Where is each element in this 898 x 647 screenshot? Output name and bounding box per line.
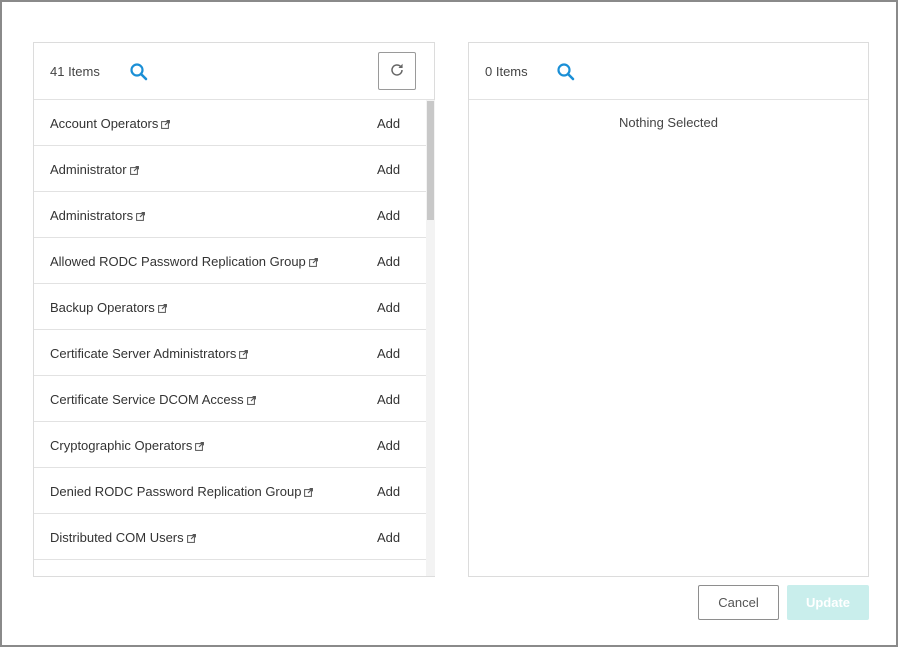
item-name-link[interactable]: Administrator	[50, 162, 139, 178]
external-link-icon[interactable]	[136, 209, 146, 224]
external-link-icon[interactable]	[161, 117, 171, 132]
item-name-link[interactable]: Certificate Server Administrators	[50, 346, 249, 362]
available-list: Account Operators Add Administrator Add Admi…	[34, 100, 426, 576]
item-name-link[interactable]: Cryptographic Operators	[50, 438, 205, 454]
item-name[interactable]: Allowed RODC Password Replication Group	[50, 254, 306, 269]
item-name-link[interactable]: Certificate Service DCOM Access	[50, 392, 256, 408]
external-link-icon[interactable]	[129, 163, 139, 178]
available-count: 41 Items	[50, 64, 100, 79]
update-button[interactable]: Update	[787, 585, 869, 620]
add-button[interactable]: Add	[377, 208, 400, 223]
add-button[interactable]: Add	[377, 438, 400, 453]
item-name-link[interactable]: Backup Operators	[50, 300, 167, 316]
item-name[interactable]: Distributed COM Users	[50, 530, 184, 545]
dialog: 41 Items Account Operators Add Administrat…	[0, 0, 898, 647]
item-name-link[interactable]: Administrators	[50, 208, 146, 224]
external-link-icon[interactable]	[186, 531, 196, 546]
list-item: Administrators Add	[34, 192, 426, 238]
empty-state-text: Nothing Selected	[618, 115, 718, 130]
add-button[interactable]: Add	[377, 254, 400, 269]
item-name[interactable]: Backup Operators	[50, 300, 155, 315]
external-link-icon[interactable]	[246, 393, 256, 408]
item-name[interactable]: Administrator	[50, 162, 127, 177]
external-link-icon[interactable]	[239, 347, 249, 362]
item-name-link[interactable]: Denied RODC Password Replication Group	[50, 484, 314, 500]
item-name-link[interactable]: Account Operators	[50, 116, 171, 132]
list-item: Account Operators Add	[34, 100, 426, 146]
add-button[interactable]: Add	[377, 392, 400, 407]
external-link-icon[interactable]	[308, 255, 318, 270]
add-button[interactable]: Add	[377, 116, 400, 131]
refresh-button[interactable]	[378, 52, 416, 90]
add-button[interactable]: Add	[377, 300, 400, 315]
list-item: Denied RODC Password Replication Group Ad…	[34, 468, 426, 514]
list-item: Distributed COM Users Add	[34, 514, 426, 560]
selected-panel-header: 0 Items	[469, 43, 868, 100]
search-icon[interactable]	[556, 62, 576, 82]
scrollbar[interactable]	[426, 100, 435, 576]
list-item: Cryptographic Operators Add	[34, 422, 426, 468]
selected-count: 0 Items	[485, 64, 528, 79]
refresh-icon	[389, 62, 405, 81]
available-panel-header: 41 Items	[34, 43, 434, 100]
add-button[interactable]: Add	[377, 162, 400, 177]
item-name-link[interactable]: Distributed COM Users	[50, 530, 196, 546]
external-link-icon[interactable]	[195, 439, 205, 454]
item-name[interactable]: Administrators	[50, 208, 133, 223]
item-name[interactable]: Certificate Service DCOM Access	[50, 392, 244, 407]
external-link-icon[interactable]	[304, 485, 314, 500]
list-item: Certificate Service DCOM Access Add	[34, 376, 426, 422]
item-name[interactable]: Denied RODC Password Replication Group	[50, 484, 301, 499]
list-item	[34, 560, 426, 576]
search-icon[interactable]	[129, 62, 149, 82]
cancel-button[interactable]: Cancel	[698, 585, 779, 620]
list-item: Administrator Add	[34, 146, 426, 192]
item-name[interactable]: Cryptographic Operators	[50, 438, 192, 453]
item-name-link[interactable]: Allowed RODC Password Replication Group	[50, 254, 318, 270]
available-panel: 41 Items Account Operators Add Administrat…	[33, 42, 435, 577]
item-name[interactable]: Account Operators	[50, 116, 158, 131]
add-button[interactable]: Add	[377, 346, 400, 361]
selected-panel: 0 Items Nothing Selected	[468, 42, 869, 577]
add-button[interactable]: Add	[377, 484, 400, 499]
scrollbar-thumb[interactable]	[427, 101, 434, 220]
list-item: Certificate Server Administrators Add	[34, 330, 426, 376]
list-item: Backup Operators Add	[34, 284, 426, 330]
external-link-icon[interactable]	[157, 301, 167, 316]
list-item: Allowed RODC Password Replication Group A…	[34, 238, 426, 284]
add-button[interactable]: Add	[377, 530, 400, 545]
item-name[interactable]: Certificate Server Administrators	[50, 346, 236, 361]
